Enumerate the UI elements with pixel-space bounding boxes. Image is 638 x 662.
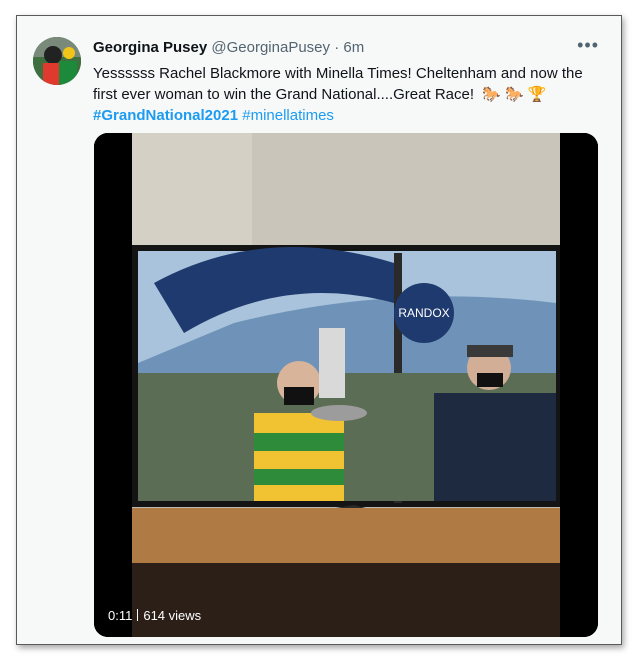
tweet-header: Georgina Pusey @GeorginaPusey · 6m	[93, 38, 364, 58]
author-name[interactable]: Georgina Pusey	[93, 39, 207, 56]
tweet-card[interactable]: Georgina Pusey @GeorginaPusey · 6m ••• Y…	[16, 15, 622, 645]
tv-screen: RANDOX	[132, 245, 560, 507]
view-count: 614 views	[143, 608, 202, 623]
tv-logo-text: RANDOX	[398, 306, 449, 320]
video-player[interactable]: RANDOX 0:11 614 views	[94, 133, 598, 637]
hashtag-minellatimes[interactable]: #minellatimes	[242, 107, 334, 124]
separator-dot: ·	[334, 39, 340, 56]
video-duration: 0:11	[108, 608, 133, 623]
timestamp[interactable]: 6m	[343, 39, 364, 56]
author-handle[interactable]: @GeorginaPusey	[211, 39, 330, 56]
video-stats: 0:11 614 views	[108, 608, 201, 623]
avatar[interactable]	[33, 37, 81, 85]
video-frame: RANDOX	[94, 133, 598, 637]
tweet-text: Yessssss Rachel Blackmore with Minella T…	[93, 63, 593, 126]
hashtag-grandnational2021[interactable]: #GrandNational2021	[93, 107, 238, 124]
emoji-horses-trophy: 🐎 🐎 🏆	[482, 86, 547, 103]
divider	[137, 609, 139, 621]
more-options-icon[interactable]: •••	[577, 36, 599, 54]
